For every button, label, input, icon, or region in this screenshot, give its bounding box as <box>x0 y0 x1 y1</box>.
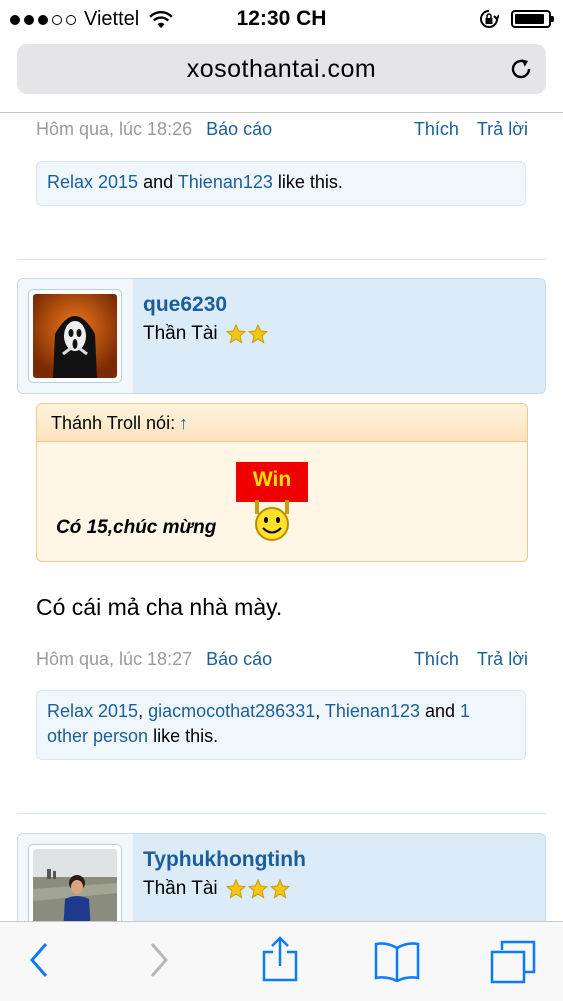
post-meta: Hôm qua, lúc 18:26 Báo cáo Thích Trả lời <box>36 119 528 140</box>
forward-icon[interactable] <box>148 940 172 980</box>
likes-text: , <box>138 701 149 721</box>
user-title: Thần Tài <box>143 323 268 345</box>
likes-text: and <box>420 701 461 721</box>
post-separator <box>17 259 546 260</box>
username-link[interactable]: que6230 <box>143 293 227 317</box>
share-icon[interactable] <box>260 936 300 982</box>
quote-header: Thánh Troll nói: ↑ <box>37 404 527 442</box>
report-link[interactable]: Báo cáo <box>206 119 272 139</box>
orientation-lock-icon <box>480 10 499 28</box>
likes-summary: Relax 2015 and Thienan123 like this. <box>36 161 526 206</box>
liker-link[interactable]: Relax 2015 <box>47 172 138 192</box>
user-title-text: Thần Tài <box>143 878 218 899</box>
likes-text: and <box>138 172 178 192</box>
other-likers-count-link[interactable]: 1 <box>460 701 470 721</box>
username-link[interactable]: Typhukhongtinh <box>143 848 306 872</box>
likes-summary: Relax 2015, giacmocothat286331, Thienan1… <box>36 690 526 760</box>
report-link[interactable]: Báo cáo <box>206 649 272 669</box>
user-info-box: que6230 Thần Tài <box>17 278 546 394</box>
liker-link[interactable]: Thienan123 <box>178 172 273 192</box>
quote-jump-link[interactable]: ↑ <box>179 413 188 433</box>
user-title: Thần Tài <box>143 878 290 900</box>
post-date: Hôm qua, lúc 18:27 <box>36 649 193 669</box>
back-icon[interactable] <box>26 940 50 980</box>
post-meta: Hôm qua, lúc 18:27 Báo cáo Thích Trả lời <box>36 649 528 670</box>
win-sign-text: Win <box>252 468 292 491</box>
reload-icon[interactable] <box>508 56 534 82</box>
star-icon <box>269 879 290 899</box>
user-title-text: Thần Tài <box>143 323 218 344</box>
status-bar: Viettel 12:30 CH <box>0 0 563 38</box>
safari-toolbar <box>0 921 563 1001</box>
other-likers-link[interactable]: other person <box>47 726 148 746</box>
url-text[interactable]: xosothantai.com <box>17 55 546 84</box>
avatar-image <box>33 294 117 378</box>
liker-link[interactable]: Relax 2015 <box>47 701 138 721</box>
liker-link[interactable]: giacmocothat286331 <box>148 701 315 721</box>
reply-link[interactable]: Trả lời <box>477 119 528 139</box>
likes-text: , <box>315 701 325 721</box>
like-link[interactable]: Thích <box>414 649 459 669</box>
star-icon <box>247 324 268 344</box>
post-date: Hôm qua, lúc 18:26 <box>36 119 193 139</box>
like-link[interactable]: Thích <box>414 119 459 139</box>
reply-link[interactable]: Trả lời <box>477 649 528 669</box>
avatar[interactable] <box>28 289 122 383</box>
tabs-icon[interactable] <box>490 940 536 984</box>
win-sign: Win <box>236 462 308 502</box>
star-icon <box>225 879 246 899</box>
quote-text: Có 15,chúc mừng <box>56 517 217 538</box>
likes-text: like this. <box>272 172 343 192</box>
liker-link[interactable]: Thienan123 <box>325 701 420 721</box>
battery-icon <box>511 10 554 28</box>
address-bar[interactable]: xosothantai.com <box>17 44 546 94</box>
likes-text: like this. <box>148 726 219 746</box>
bookmarks-icon[interactable] <box>373 940 421 982</box>
post-message: Có cái mả cha nhà mày. <box>36 594 283 620</box>
post-separator <box>17 813 546 814</box>
header-divider <box>0 112 563 113</box>
smiley-icon <box>255 500 289 541</box>
star-icon <box>247 879 268 899</box>
quote-author: Thánh Troll nói: <box>51 413 176 433</box>
star-icon <box>225 324 246 344</box>
quote-block: Thánh Troll nói: ↑ Có 15,chúc mừng Win <box>36 403 528 562</box>
